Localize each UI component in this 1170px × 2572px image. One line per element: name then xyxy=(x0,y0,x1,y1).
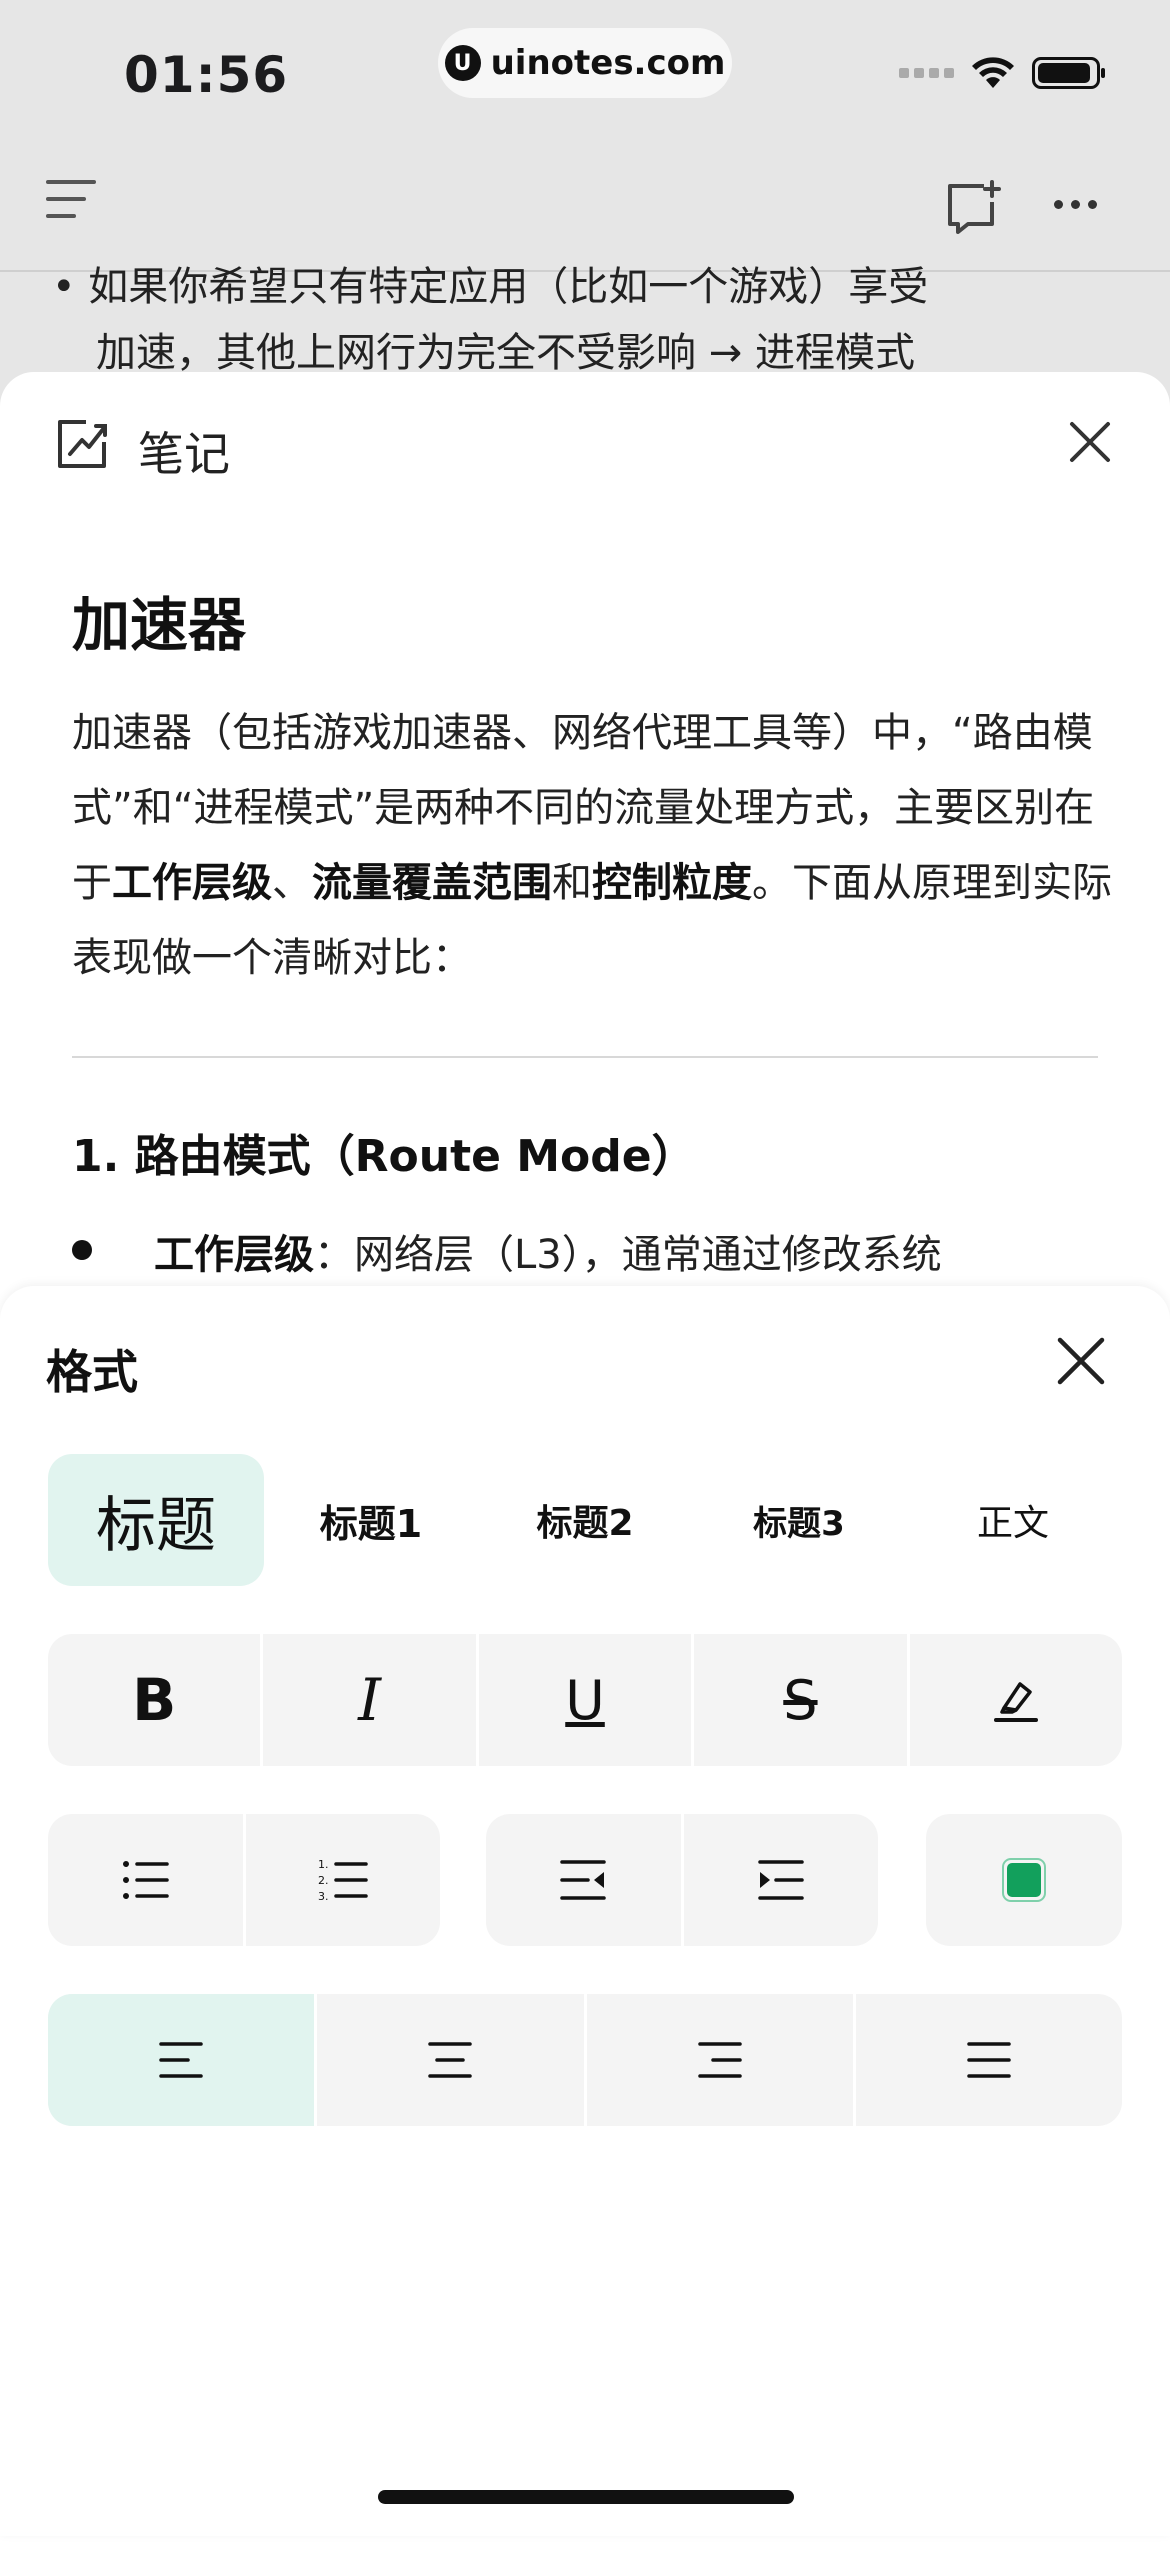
bold-icon: B xyxy=(132,1666,177,1734)
section-title: 1. 路由模式（Route Mode） xyxy=(72,1131,696,1182)
note-paragraph: 加速器（包括游戏加速器、网络代理工具等）中，“路由模式”和“进程模式”是两种不同… xyxy=(72,710,1112,981)
site-logo-icon: U xyxy=(444,45,481,81)
url-pill[interactable]: U uinotes.com xyxy=(438,28,732,98)
align-justify-icon xyxy=(967,2042,1011,2078)
status-time: 01:56 xyxy=(124,46,289,104)
underline-icon: U xyxy=(565,1668,605,1732)
align-center-icon xyxy=(428,2042,473,2078)
indent-button[interactable] xyxy=(684,1814,879,1946)
edit-note-icon xyxy=(56,418,110,474)
heading-3-button[interactable]: 标题3 xyxy=(692,1454,906,1586)
indent-icon xyxy=(758,1860,804,1900)
new-note-icon[interactable] xyxy=(944,180,1002,234)
align-left-icon xyxy=(159,2042,203,2078)
format-panel-title: 格式 xyxy=(46,1345,138,1399)
color-group xyxy=(926,1814,1122,1946)
svg-text:2.: 2. xyxy=(318,1874,329,1887)
align-right-icon xyxy=(697,2042,742,2078)
heading-2-button[interactable]: 标题2 xyxy=(478,1454,692,1586)
cellular-icon xyxy=(899,68,954,78)
heading-title-button[interactable]: 标题 xyxy=(48,1454,264,1586)
highlight-button[interactable] xyxy=(910,1634,1122,1766)
indent-group xyxy=(486,1814,878,1946)
close-note-icon[interactable] xyxy=(1068,420,1112,468)
bold-button[interactable]: B xyxy=(48,1634,264,1766)
body-text-button[interactable]: 正文 xyxy=(906,1454,1120,1586)
more-icon[interactable] xyxy=(1054,200,1097,209)
text-style-group: B I U S xyxy=(48,1634,1122,1766)
status-indicators xyxy=(899,56,1105,90)
underline-button[interactable]: U xyxy=(479,1634,695,1766)
close-format-icon[interactable] xyxy=(1056,1336,1106,1390)
menu-icon[interactable] xyxy=(46,180,96,231)
note-header-title: 笔记 xyxy=(138,427,230,481)
svg-text:3.: 3. xyxy=(318,1890,329,1903)
bullet-list-button[interactable] xyxy=(48,1814,246,1946)
italic-button[interactable]: I xyxy=(263,1634,479,1766)
url-text: uinotes.com xyxy=(490,43,726,83)
align-right-button[interactable] xyxy=(587,1994,856,2126)
strikethrough-icon: S xyxy=(783,1668,818,1732)
color-swatch-icon xyxy=(1002,1858,1046,1902)
divider xyxy=(72,1056,1098,1058)
wifi-icon xyxy=(970,56,1016,90)
bullet-item: 工作层级：网络层（L3），通常通过修改系统 xyxy=(154,1232,942,1278)
strikethrough-button[interactable]: S xyxy=(694,1634,910,1766)
home-indicator xyxy=(378,2490,794,2504)
heading-1-button[interactable]: 标题1 xyxy=(264,1454,478,1586)
numbered-list-icon: 1. 2. 3. xyxy=(318,1858,368,1903)
text-color-button[interactable] xyxy=(926,1814,1122,1946)
bullet-icon xyxy=(72,1240,92,1260)
outdent-button[interactable] xyxy=(486,1814,684,1946)
bullet-list-icon xyxy=(123,1861,169,1899)
numbered-list-button[interactable]: 1. 2. 3. xyxy=(246,1814,441,1946)
italic-icon: I xyxy=(358,1666,382,1734)
note-heading: 加速器 xyxy=(72,591,247,659)
background-line-1: • 如果你希望只有特定应用（比如一个游戏）享受 xyxy=(52,264,929,310)
align-left-button[interactable] xyxy=(48,1994,318,2126)
heading-selector: 标题 标题1 标题2 标题3 正文 xyxy=(48,1454,1120,1586)
svg-text:1.: 1. xyxy=(318,1858,329,1871)
align-justify-button[interactable] xyxy=(856,1994,1122,2126)
battery-icon xyxy=(1032,57,1105,89)
outdent-icon xyxy=(560,1860,606,1900)
align-center-button[interactable] xyxy=(317,1994,587,2126)
list-group: 1. 2. 3. xyxy=(48,1814,440,1946)
alignment-group xyxy=(48,1994,1122,2126)
highlighter-icon xyxy=(993,1682,1038,1722)
